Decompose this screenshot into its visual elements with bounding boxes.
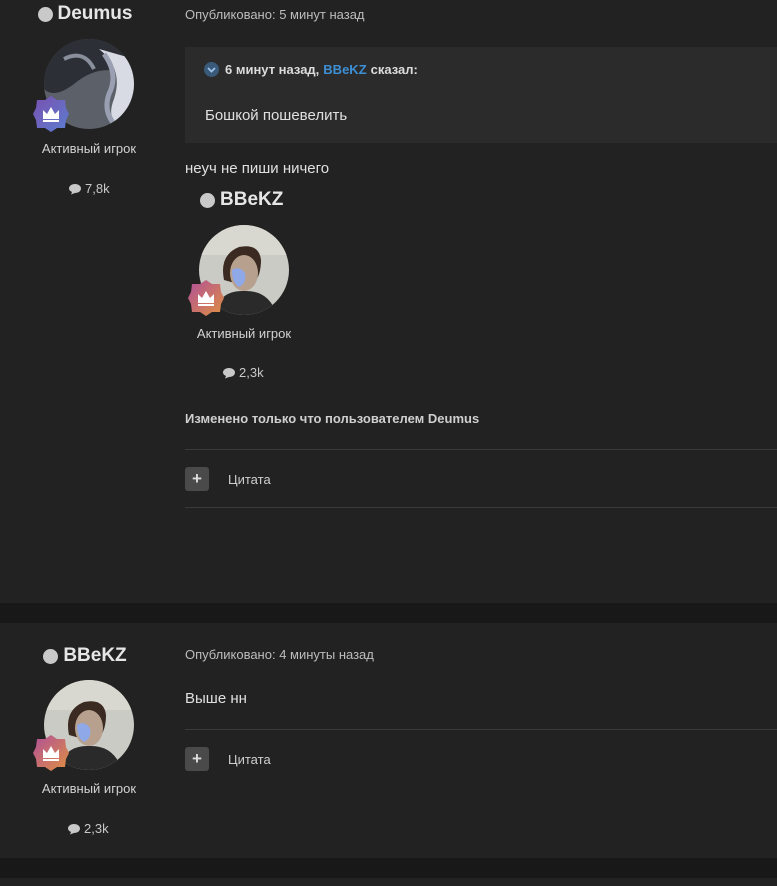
author-name[interactable]: Deumus [0, 3, 170, 25]
forum-post: Deumus Активный игрок 7,8k Опубликовано:… [0, 0, 777, 603]
published-time: Опубликовано: 4 минуты назад [185, 647, 374, 662]
published-time: Опубликовано: 5 минут назад [185, 7, 365, 22]
forum-post-partial [0, 878, 777, 886]
divider [185, 449, 777, 450]
author-role: Активный игрок [41, 141, 137, 156]
speech-bubble-icon [223, 367, 235, 378]
rank-badge-crown-icon [32, 95, 70, 133]
offline-dot-icon [43, 648, 59, 664]
rank-badge-crown-icon [32, 734, 70, 772]
post-text: Выше нн [185, 690, 247, 707]
quote-author-link[interactable]: BBeKZ [323, 62, 366, 77]
divider [185, 507, 777, 508]
forum-post: BBeKZ Активный игрок 2,3k Опубликовано: … [0, 623, 777, 858]
plus-icon[interactable]: + [185, 467, 209, 491]
speech-bubble-icon [68, 823, 80, 834]
edited-note: Изменено только что пользователем Deumus [185, 411, 480, 426]
chevron-down-icon[interactable] [204, 62, 219, 77]
quote-text: Бошкой пошевелить [205, 107, 348, 124]
quote-block: 6 минут назад, BBeKZ сказал: Бошкой поше… [185, 47, 777, 143]
embedded-author-name[interactable]: BBeKZ [200, 189, 283, 211]
rank-badge-crown-icon [187, 279, 225, 317]
post-count: 2,3k [67, 821, 109, 836]
divider [185, 729, 777, 730]
post-count: 7,8k [68, 181, 110, 196]
post-text: неуч не пиши ничего [185, 160, 330, 177]
offline-dot-icon [37, 6, 53, 22]
author-role: Активный игрок [41, 781, 137, 796]
quote-header: 6 минут назад, BBeKZ сказал: [204, 62, 418, 77]
embedded-post-count: 2,3k [222, 365, 264, 380]
plus-icon[interactable]: + [185, 747, 209, 771]
speech-bubble-icon [69, 183, 81, 194]
quote-button[interactable]: + Цитата [185, 747, 271, 771]
embedded-author-role: Активный игрок [196, 326, 292, 341]
author-name[interactable]: BBeKZ [0, 645, 170, 667]
offline-dot-icon [200, 192, 215, 208]
quote-button[interactable]: + Цитата [185, 467, 271, 491]
